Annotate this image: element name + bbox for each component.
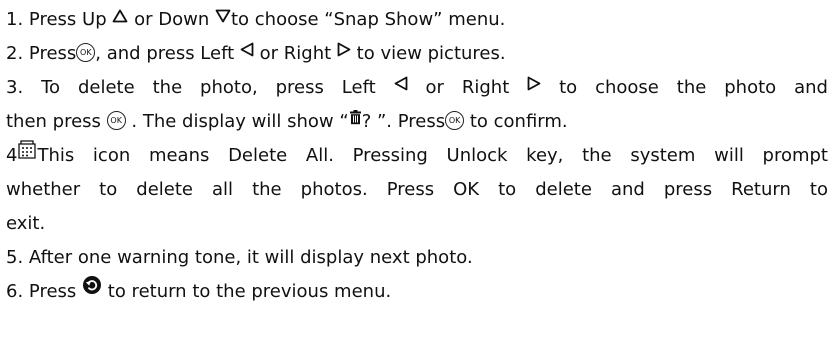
triangle-up-icon [112, 1, 128, 35]
step-1-text-c: to choose “Snap Show” menu. [230, 9, 506, 30]
step-4-text-a: This icon means Delete All. Pressing Unl… [37, 145, 828, 166]
step-6-text-a: Press [28, 281, 77, 302]
return-icon [82, 273, 102, 307]
step-6: 6. Press to return to the previous menu. [6, 275, 828, 309]
triangle-left-icon [394, 71, 408, 103]
triangle-right-icon [527, 71, 541, 103]
triangle-left-icon [240, 35, 254, 69]
step-3: 3. To delete the photo, press Left or Ri… [6, 71, 828, 105]
step-3-text-d: then press [6, 111, 101, 132]
triangle-right-icon [337, 35, 351, 69]
step-3-text-f: ? ”. Press [361, 111, 446, 132]
step-2-text-c: or Right [259, 43, 332, 64]
triangle-down-icon [215, 1, 231, 35]
step-2-text-a: Press [28, 43, 77, 64]
step-2: 2. Press OK, and press Left or Right to v… [6, 37, 828, 71]
step-4-number: 4 [6, 145, 18, 166]
ok-button-icon: OK [106, 110, 126, 130]
step-5: 5. After one warning tone, it will displ… [6, 241, 828, 275]
step-3-continued: then press OK . The display will show “ … [6, 105, 828, 139]
step-6-text-b: to return to the previous menu. [107, 281, 392, 302]
step-4: 4 This icon means Delete All. Pressing U… [6, 139, 828, 173]
step-5-number: 5. [6, 247, 24, 268]
step-5-text: After one warning tone, it will display … [28, 247, 473, 268]
step-1-text-b: or Down [134, 9, 210, 30]
step-1: 1. Press Up or Down to choose “Snap Show… [6, 3, 828, 37]
step-1-number: 1. [6, 9, 24, 30]
step-4-text-c: exit. [6, 213, 46, 234]
step-1-text-a: Press Up [28, 9, 107, 30]
instructions-document: 1. Press Up or Down to choose “Snap Show… [6, 3, 828, 309]
step-3-text-e: . The display will show “ [131, 111, 349, 132]
trash-icon [349, 103, 362, 137]
step-2-text-d: to view pictures. [356, 43, 506, 64]
ok-button-icon: OK [76, 42, 96, 62]
step-3-number: 3. [6, 77, 24, 98]
step-6-number: 6. [6, 281, 24, 302]
step-3-text-a: To delete the photo, press Left [41, 77, 376, 98]
step-2-number: 2. [6, 43, 24, 64]
step-2-text-b: , and press Left [95, 43, 235, 64]
ok-button-icon: OK [445, 110, 465, 130]
step-3-text-b: or Right [425, 77, 510, 98]
delete-all-icon [17, 139, 37, 171]
step-4-end: exit. [6, 207, 828, 241]
step-3-text-g: to confirm. [469, 111, 568, 132]
step-4-continued: whether to delete all the photos. Press … [6, 173, 828, 207]
step-4-text-b: whether to delete all the photos. Press … [6, 179, 828, 200]
step-3-text-c: to choose the photo and [559, 77, 828, 98]
